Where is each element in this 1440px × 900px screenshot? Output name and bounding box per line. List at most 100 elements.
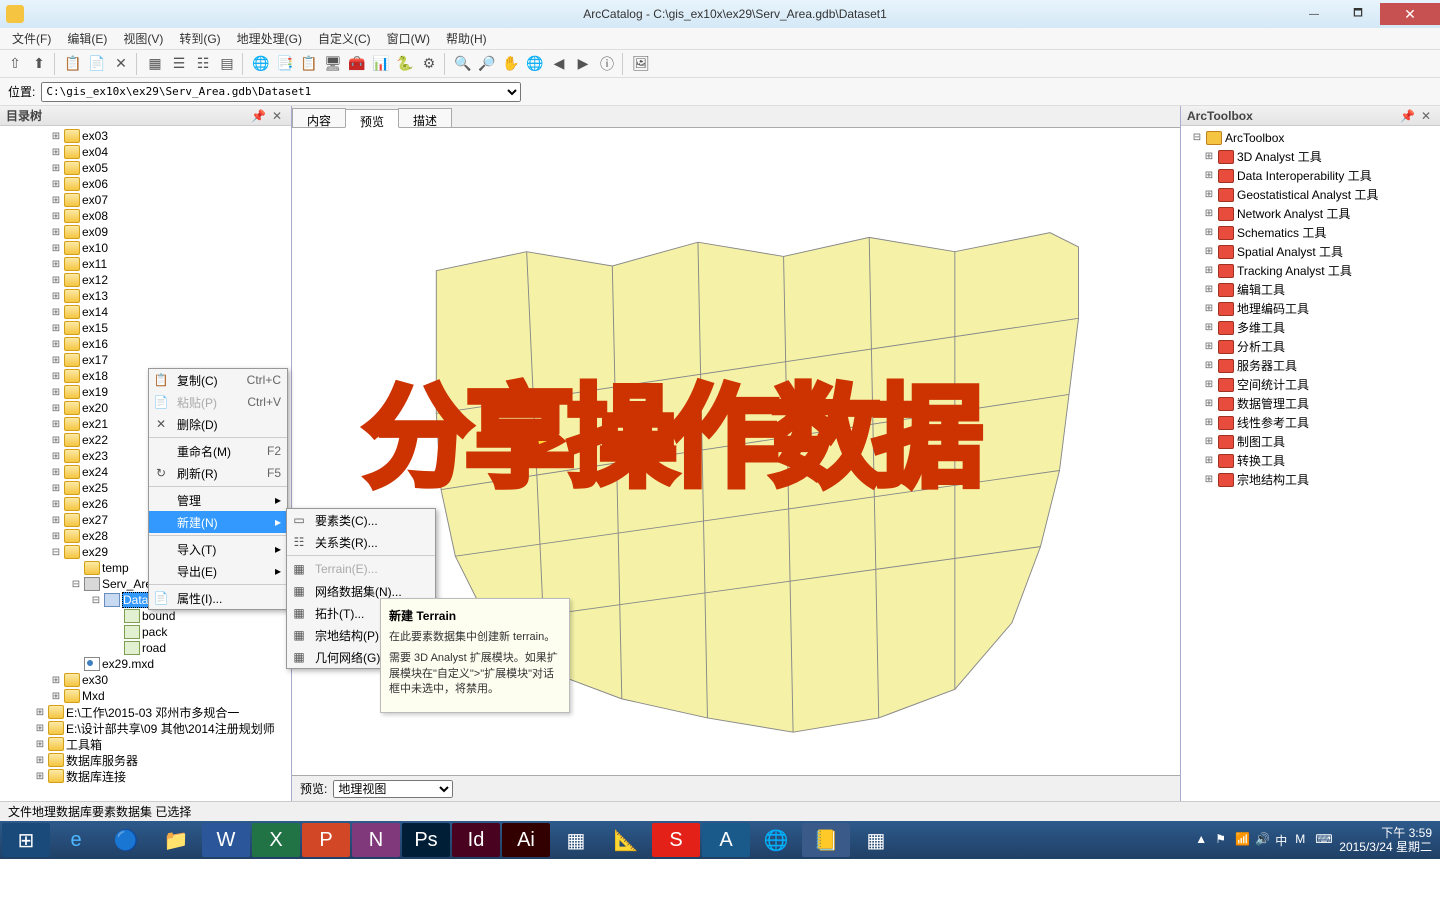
toolbox-item[interactable]: ⊞Tracking Analyst 工具 (1183, 261, 1438, 280)
arctoolbox-icon[interactable]: 🧰 (346, 53, 368, 75)
toolbox-item[interactable]: ⊞分析工具 (1183, 337, 1438, 356)
tree-node[interactable]: ⊞ex10 (2, 240, 289, 256)
tree-node[interactable]: ⊞数据库服务器 (2, 752, 289, 768)
up-icon[interactable]: ⬆ (28, 53, 50, 75)
menu-item[interactable]: 新建(N)▸ (149, 511, 287, 533)
start-button[interactable]: ⊞ (2, 823, 50, 857)
taskbar-ie-icon[interactable]: e (52, 823, 100, 857)
taskbar-id-icon[interactable]: Id (452, 823, 500, 857)
close-button[interactable]: ✕ (1380, 3, 1440, 25)
full-extent-icon[interactable]: 🌐 (524, 53, 546, 75)
launch-arcmap-icon[interactable]: 🌐 (250, 53, 272, 75)
minimize-button[interactable]: — (1292, 3, 1336, 25)
tray-ime-icon[interactable]: 中 (1275, 832, 1291, 848)
tree-node[interactable]: pack (2, 624, 289, 640)
toolbox-item[interactable]: ⊞宗地结构工具 (1183, 470, 1438, 489)
tree-node[interactable]: ⊞ex30 (2, 672, 289, 688)
large-icons-icon[interactable]: ▦ (144, 53, 166, 75)
menu-item[interactable]: 📄属性(I)... (149, 587, 287, 609)
tab-description[interactable]: 描述 (398, 108, 452, 127)
toolbox-item[interactable]: ⊞3D Analyst 工具 (1183, 147, 1438, 166)
tray-volume-icon[interactable]: 🔊 (1255, 832, 1271, 848)
taskbar-ps-icon[interactable]: Ps (402, 823, 450, 857)
location-input[interactable]: C:\gis_ex10x\ex29\Serv_Area.gdb\Dataset1 (41, 82, 521, 102)
menu-item[interactable]: ✕删除(D) (149, 413, 287, 435)
modelbuilder-icon[interactable]: ⚙ (418, 53, 440, 75)
tray-flag-icon[interactable]: ⚑ (1215, 832, 1231, 848)
toolbox-root[interactable]: ⊟ArcToolbox (1183, 128, 1438, 147)
menu-item[interactable]: 📋复制(C)Ctrl+C (149, 369, 287, 391)
tree-node[interactable]: road (2, 640, 289, 656)
toolbox-item[interactable]: ⊞Geostatistical Analyst 工具 (1183, 185, 1438, 204)
toolbox-item[interactable]: ⊞编辑工具 (1183, 280, 1438, 299)
menu-geoprocessing[interactable]: 地理处理(G) (229, 28, 310, 49)
pan-icon[interactable]: ✋ (500, 53, 522, 75)
taskbar-word-icon[interactable]: W (202, 823, 250, 857)
back-icon[interactable]: ◀ (548, 53, 570, 75)
context-menu-dataset[interactable]: 📋复制(C)Ctrl+C📄粘贴(P)Ctrl+V✕删除(D)重命名(M)F2↻刷… (148, 368, 288, 610)
paste-icon[interactable]: 📄 (86, 53, 108, 75)
tray-up-icon[interactable]: ▲ (1195, 832, 1211, 848)
menu-window[interactable]: 窗口(W) (379, 28, 438, 49)
tree-node[interactable]: ⊞ex17 (2, 352, 289, 368)
toolbox-item[interactable]: ⊞转换工具 (1183, 451, 1438, 470)
taskbar-sketchup-icon[interactable]: S (652, 823, 700, 857)
taskbar-arccatalog-icon[interactable]: 📒 (802, 823, 850, 857)
taskbar-clock[interactable]: 下午 3:59 2015/3/24 星期二 (1339, 826, 1432, 855)
toolbox-item[interactable]: ⊞地理编码工具 (1183, 299, 1438, 318)
delete-icon[interactable]: ✕ (110, 53, 132, 75)
tree-node[interactable]: ⊞ex15 (2, 320, 289, 336)
tree-node[interactable]: ⊞工具箱 (2, 736, 289, 752)
tree-node[interactable]: ⊞ex09 (2, 224, 289, 240)
menu-help[interactable]: 帮助(H) (438, 28, 495, 49)
taskbar-ai-icon[interactable]: Ai (502, 823, 550, 857)
toolbox-item[interactable]: ⊞Data Interoperability 工具 (1183, 166, 1438, 185)
menu-item[interactable]: ☷关系类(R)... (287, 531, 435, 553)
toolbox-item[interactable]: ⊞Network Analyst 工具 (1183, 204, 1438, 223)
tray-ime-icon[interactable]: M (1295, 832, 1311, 848)
taskbar-chrome-icon[interactable]: 🔵 (102, 823, 150, 857)
tree-node[interactable]: ⊞ex07 (2, 192, 289, 208)
menu-view[interactable]: 视图(V) (115, 28, 171, 49)
tree-icon[interactable]: ▤ (216, 53, 238, 75)
taskbar-app-icon[interactable]: 🌐 (752, 823, 800, 857)
panel-close-icon[interactable]: ✕ (269, 109, 285, 123)
menu-item[interactable]: 导入(T)▸ (149, 538, 287, 560)
tree-node[interactable]: ⊞ex08 (2, 208, 289, 224)
copy-icon[interactable]: 📋 (62, 53, 84, 75)
toolbox-item[interactable]: ⊞服务器工具 (1183, 356, 1438, 375)
toolbox-item[interactable]: ⊞空间统计工具 (1183, 375, 1438, 394)
thumbnail-icon[interactable]: 🖼 (630, 53, 652, 75)
menu-file[interactable]: 文件(F) (4, 28, 59, 49)
taskbar-explorer-icon[interactable]: 📁 (152, 823, 200, 857)
toolbox-item[interactable]: ⊞线性参考工具 (1183, 413, 1438, 432)
taskbar-excel-icon[interactable]: X (252, 823, 300, 857)
pin-icon[interactable]: 📌 (248, 109, 269, 123)
panel-close-icon[interactable]: ✕ (1418, 109, 1434, 123)
menu-item[interactable]: 导出(E)▸ (149, 560, 287, 582)
tab-preview[interactable]: 预览 (345, 109, 399, 128)
taskbar-app-icon[interactable]: ▦ (852, 823, 900, 857)
tab-content[interactable]: 内容 (292, 108, 346, 127)
details-icon[interactable]: ☷ (192, 53, 214, 75)
tool-icon[interactable]: 📊 (370, 53, 392, 75)
tree-node[interactable]: ex29.mxd (2, 656, 289, 672)
tray-ime-icon[interactable]: ⌨ (1315, 832, 1331, 848)
identify-icon[interactable]: ⓘ (596, 53, 618, 75)
tray-network-icon[interactable]: 📶 (1235, 832, 1251, 848)
tool-icon[interactable]: 📋 (298, 53, 320, 75)
toolbox-item[interactable]: ⊞Spatial Analyst 工具 (1183, 242, 1438, 261)
menu-edit[interactable]: 编辑(E) (59, 28, 115, 49)
toolbox-item[interactable]: ⊞制图工具 (1183, 432, 1438, 451)
tree-node[interactable]: ⊞数据库连接 (2, 768, 289, 784)
toolbox-tree[interactable]: ⊟ArcToolbox⊞3D Analyst 工具⊞Data Interoper… (1181, 126, 1440, 491)
list-icon[interactable]: ☰ (168, 53, 190, 75)
menu-item[interactable]: 管理▸ (149, 489, 287, 511)
menu-customize[interactable]: 自定义(C) (310, 28, 379, 49)
tool-icon[interactable]: 🖥 (322, 53, 344, 75)
tree-node[interactable]: ⊞Mxd (2, 688, 289, 704)
menu-item[interactable]: ↻刷新(R)F5 (149, 462, 287, 484)
toolbox-item[interactable]: ⊞Schematics 工具 (1183, 223, 1438, 242)
maximize-button[interactable]: 🗖 (1336, 3, 1380, 25)
tree-node[interactable]: ⊞ex03 (2, 128, 289, 144)
